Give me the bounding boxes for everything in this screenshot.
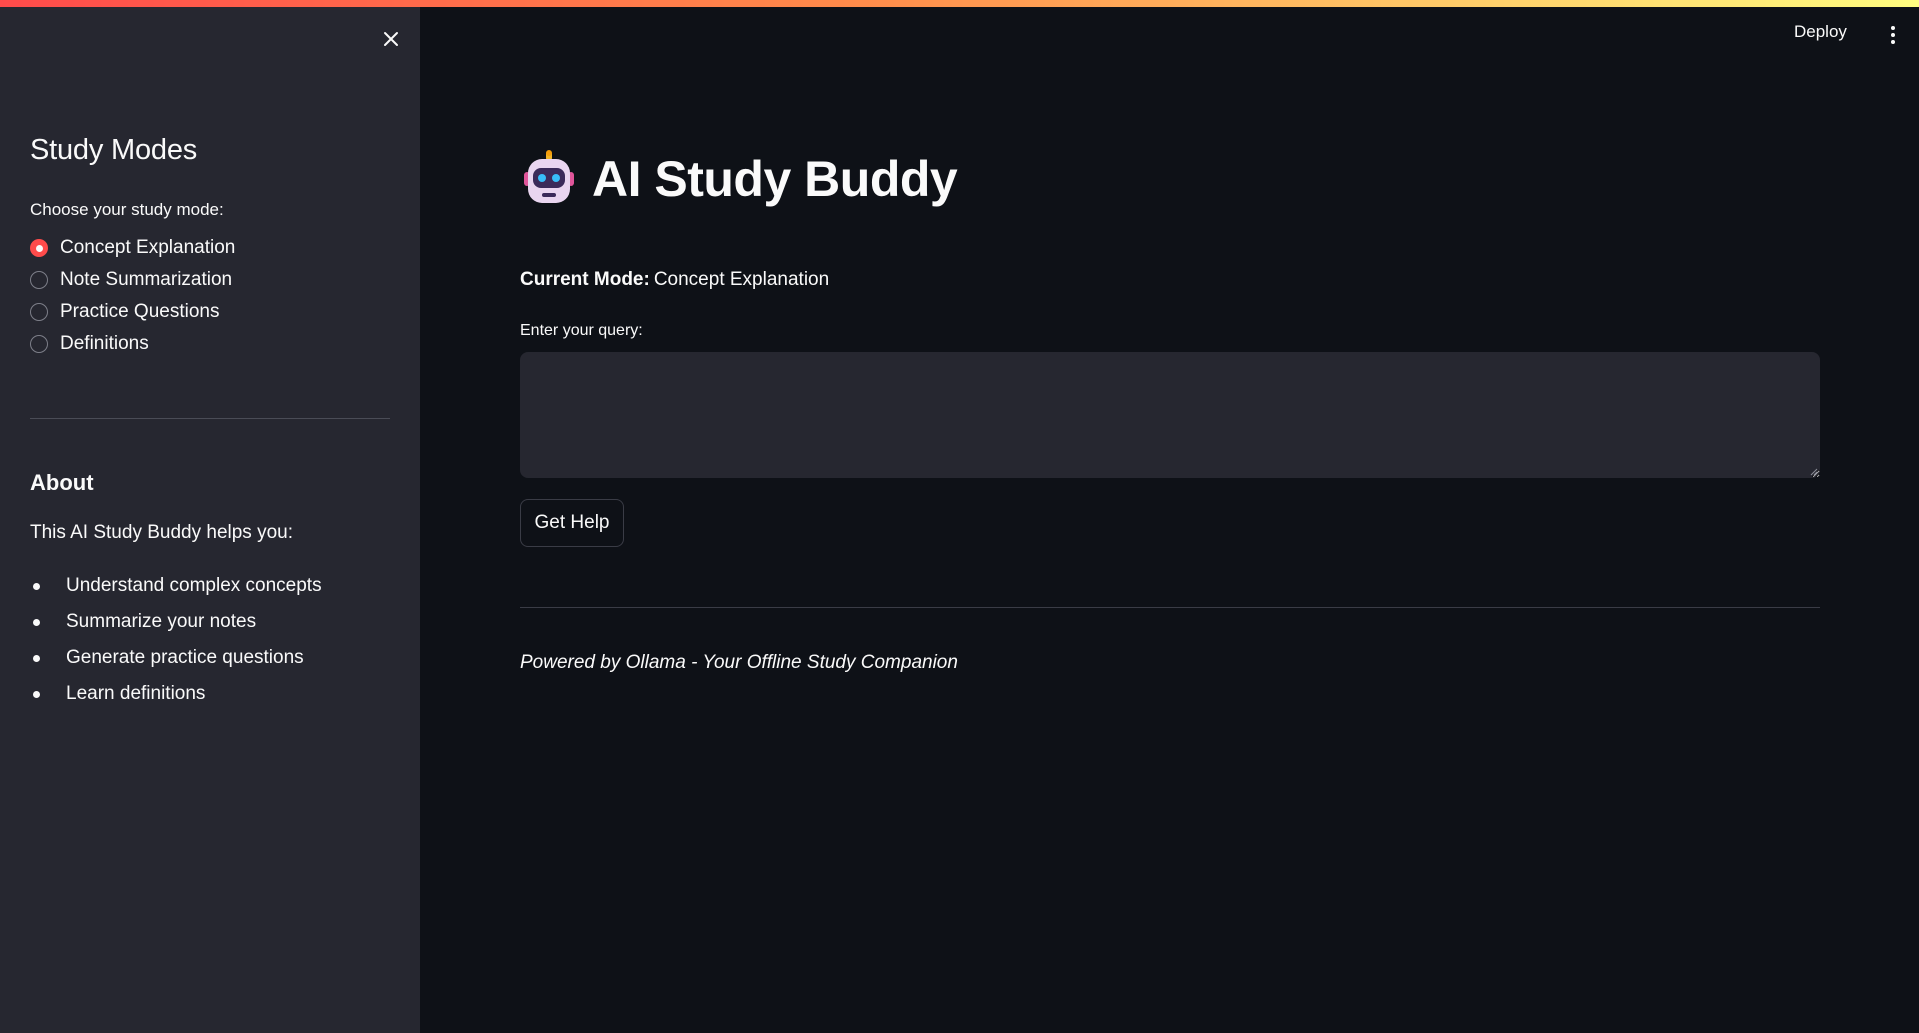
about-description: This AI Study Buddy helps you: [30, 522, 293, 543]
bullet-icon [33, 691, 40, 698]
sidebar-title: Study Modes [30, 134, 198, 166]
mode-prompt-label: Choose your study mode: [30, 200, 224, 219]
page-title: AI Study Buddy [592, 151, 958, 207]
list-item: Generate practice questions [30, 640, 322, 676]
close-icon [384, 32, 398, 46]
list-item: Understand complex concepts [30, 568, 322, 604]
radio-label: Note Summarization [60, 269, 233, 290]
radio-concept-explanation[interactable]: Concept Explanation [30, 232, 235, 264]
sidebar-divider [30, 418, 390, 419]
resize-handle-icon[interactable] [1810, 468, 1818, 476]
close-sidebar-button[interactable] [376, 24, 406, 54]
query-label: Enter your query: [520, 322, 643, 339]
deploy-button[interactable]: Deploy [1794, 22, 1847, 42]
list-item: Summarize your notes [30, 604, 322, 640]
radio-selected-icon [30, 239, 48, 257]
query-input[interactable] [520, 352, 1820, 478]
list-item-text: Summarize your notes [66, 611, 257, 632]
current-mode-label: Current Mode: [520, 269, 650, 290]
radio-definitions[interactable]: Definitions [30, 328, 235, 360]
study-mode-radio-group: Concept Explanation Note Summarization P… [30, 232, 235, 360]
current-mode-text: Current Mode: Concept Explanation [520, 269, 829, 291]
bullet-icon [33, 619, 40, 626]
list-item-text: Generate practice questions [66, 647, 304, 668]
robot-icon [524, 150, 574, 203]
list-item-text: Understand complex concepts [66, 575, 322, 596]
radio-note-summarization[interactable]: Note Summarization [30, 264, 235, 296]
about-list: Understand complex concepts Summarize yo… [30, 568, 322, 712]
radio-label: Practice Questions [60, 301, 220, 322]
main-menu-button[interactable] [1884, 24, 1902, 48]
radio-label: Concept Explanation [60, 237, 236, 258]
sidebar: Study Modes Choose your study mode: Conc… [0, 0, 420, 1033]
get-help-button[interactable]: Get Help [520, 499, 624, 547]
bullet-icon [33, 583, 40, 590]
main-divider [520, 607, 1820, 608]
list-item-text: Learn definitions [66, 683, 206, 704]
list-item: Learn definitions [30, 676, 322, 712]
radio-unselected-icon [30, 303, 48, 321]
radio-label: Definitions [60, 333, 149, 354]
radio-practice-questions[interactable]: Practice Questions [30, 296, 235, 328]
radio-unselected-icon [30, 335, 48, 353]
top-decoration-bar [0, 0, 1919, 7]
footer-caption: Powered by Ollama - Your Offline Study C… [520, 652, 958, 673]
about-heading: About [30, 470, 94, 495]
bullet-icon [33, 655, 40, 662]
radio-unselected-icon [30, 271, 48, 289]
current-mode-value: Concept Explanation [653, 269, 830, 290]
more-vert-icon [1884, 26, 1902, 44]
title-row: AI Study Buddy [520, 150, 958, 208]
